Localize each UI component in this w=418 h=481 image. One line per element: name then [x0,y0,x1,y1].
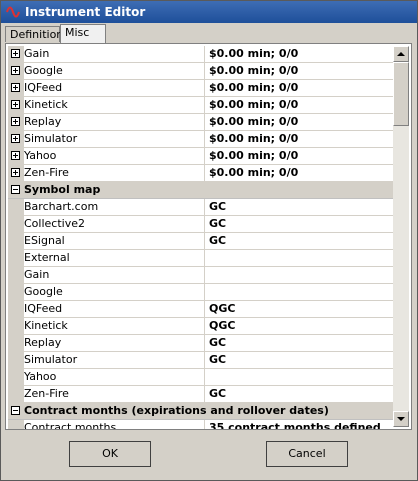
category-symbol-map[interactable]: Symbol map [8,182,396,199]
provider-row-iqfeed[interactable]: IQFeed $0.00 min; 0/0 [8,80,396,97]
tab-definition[interactable]: Definition [5,26,63,42]
symbol-row-barchart[interactable]: Barchart.com GC [8,199,396,216]
expand-icon[interactable] [11,134,20,143]
property-grid: Gain $0.00 min; 0/0 Google $0.00 min; 0/0 … [8,46,396,429]
symbol-row-kinetick[interactable]: Kinetick QGC [8,318,396,335]
arrow-up-icon [397,52,405,56]
expand-icon[interactable] [11,83,20,92]
category-contract-months[interactable]: Contract months (expirations and rollove… [8,403,396,420]
symbol-row-yahoo[interactable]: Yahoo [8,369,396,386]
cancel-button[interactable]: Cancel [266,441,348,467]
scroll-up-button[interactable] [393,46,409,62]
provider-row-gain[interactable]: Gain $0.00 min; 0/0 [8,46,396,63]
ok-button[interactable]: OK [69,441,151,467]
arrow-down-icon [397,417,405,421]
title-bar: Instrument Editor [1,1,417,23]
provider-row-kinetick[interactable]: Kinetick $0.00 min; 0/0 [8,97,396,114]
expand-icon[interactable] [11,100,20,109]
vertical-scrollbar[interactable] [393,46,409,427]
provider-row-simulator[interactable]: Simulator $0.00 min; 0/0 [8,131,396,148]
collapse-icon[interactable] [11,406,20,415]
provider-row-replay[interactable]: Replay $0.00 min; 0/0 [8,114,396,131]
collapse-icon[interactable] [11,185,20,194]
provider-row-yahoo[interactable]: Yahoo $0.00 min; 0/0 [8,148,396,165]
scroll-down-button[interactable] [393,411,409,427]
property-grid-panel: Gain $0.00 min; 0/0 Google $0.00 min; 0/0 … [5,43,412,430]
symbol-row-simulator[interactable]: Simulator GC [8,352,396,369]
provider-row-google[interactable]: Google $0.00 min; 0/0 [8,63,396,80]
expand-icon[interactable] [11,66,20,75]
window-title: Instrument Editor [25,5,146,19]
symbol-row-collective2[interactable]: Collective2 GC [8,216,396,233]
provider-row-zen-fire[interactable]: Zen-Fire $0.00 min; 0/0 [8,165,396,182]
symbol-row-google[interactable]: Google [8,284,396,301]
scroll-thumb[interactable] [393,62,409,126]
expand-icon[interactable] [11,117,20,126]
contract-months-row[interactable]: Contract months 35 contract months define… [8,420,396,429]
symbol-row-iqfeed[interactable]: IQFeed QGC [8,301,396,318]
symbol-row-esignal[interactable]: ESignal GC [8,233,396,250]
symbol-row-external[interactable]: External [8,250,396,267]
symbol-row-zen-fire[interactable]: Zen-Fire GC [8,386,396,403]
symbol-row-gain[interactable]: Gain [8,267,396,284]
app-wave-icon [6,6,20,18]
expand-icon[interactable] [11,49,20,58]
instrument-editor-window: Instrument Editor Definition Misc Gain $0… [0,0,418,481]
expand-icon[interactable] [11,151,20,160]
symbol-row-replay[interactable]: Replay GC [8,335,396,352]
tab-misc[interactable]: Misc [60,24,106,43]
expand-icon[interactable] [11,168,20,177]
